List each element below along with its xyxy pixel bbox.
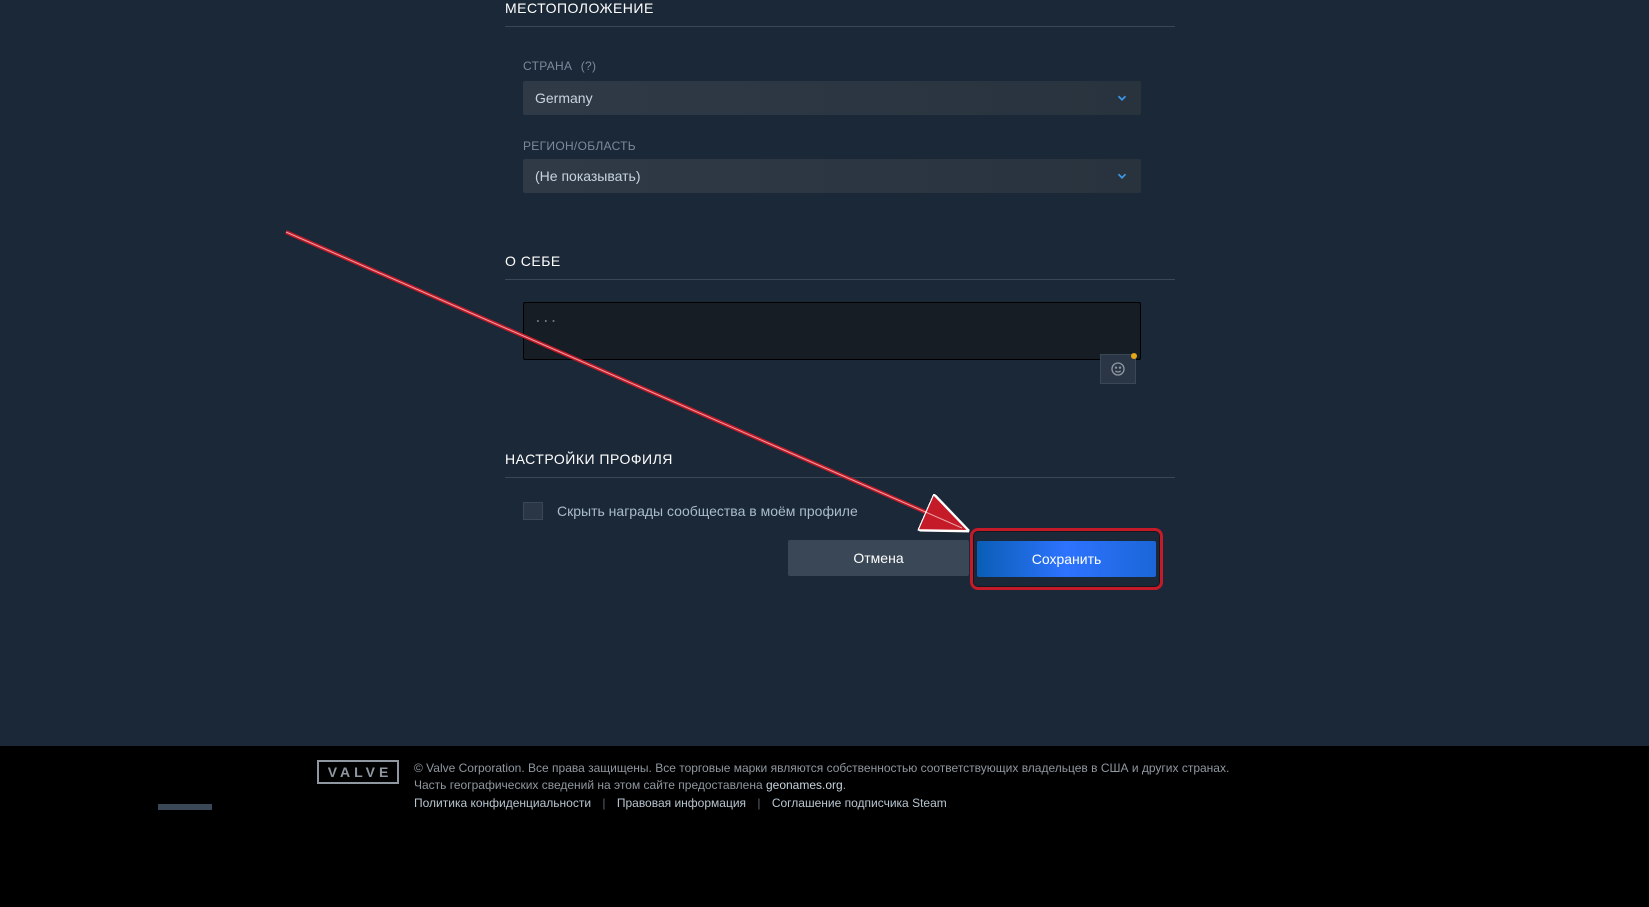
decorative-bar xyxy=(158,804,212,810)
footer-copyright: © Valve Corporation. Все права защищены.… xyxy=(414,760,1229,794)
region-select-value: (Не показывать) xyxy=(535,168,641,184)
country-label: СТРАНА xyxy=(523,59,572,73)
footer-link-privacy[interactable]: Политика конфиденциальности xyxy=(414,796,591,810)
region-select[interactable]: (Не показывать) xyxy=(523,159,1141,193)
page-footer: VALVE © Valve Corporation. Все права защ… xyxy=(0,746,1649,907)
profile-settings-section-header: НАСТРОЙКИ ПРОФИЛЯ xyxy=(505,451,1175,467)
location-section-header: МЕСТОПОЛОЖЕНИЕ xyxy=(505,0,1175,16)
footer-link-legal[interactable]: Правовая информация xyxy=(617,796,746,810)
chevron-down-icon xyxy=(1115,169,1129,183)
valve-logo[interactable]: VALVE xyxy=(317,760,399,784)
geonames-link[interactable]: geonames.org xyxy=(766,778,843,792)
annotation-highlight: Сохранить xyxy=(970,528,1163,590)
hide-awards-checkbox[interactable] xyxy=(523,502,543,520)
separator: | xyxy=(602,796,605,810)
chevron-down-icon xyxy=(1115,91,1129,105)
emoji-picker-button[interactable] xyxy=(1100,354,1136,384)
separator: | xyxy=(757,796,760,810)
footer-link-ssa[interactable]: Соглашение подписчика Steam xyxy=(772,796,947,810)
hide-awards-label: Скрыть награды сообщества в моём профиле xyxy=(557,503,858,519)
country-help-icon[interactable]: (?) xyxy=(581,59,597,73)
country-select[interactable]: Germany xyxy=(523,81,1141,115)
save-button[interactable]: Сохранить xyxy=(977,541,1156,577)
notification-dot-icon xyxy=(1131,353,1137,359)
region-label: РЕГИОН/ОБЛАСТЬ xyxy=(523,139,1175,153)
divider xyxy=(505,279,1175,280)
divider xyxy=(505,477,1175,478)
about-textarea[interactable] xyxy=(523,302,1141,360)
about-section-header: О СЕБЕ xyxy=(505,253,1175,269)
divider xyxy=(505,26,1175,27)
cancel-button[interactable]: Отмена xyxy=(788,540,969,576)
country-select-value: Germany xyxy=(535,90,593,106)
